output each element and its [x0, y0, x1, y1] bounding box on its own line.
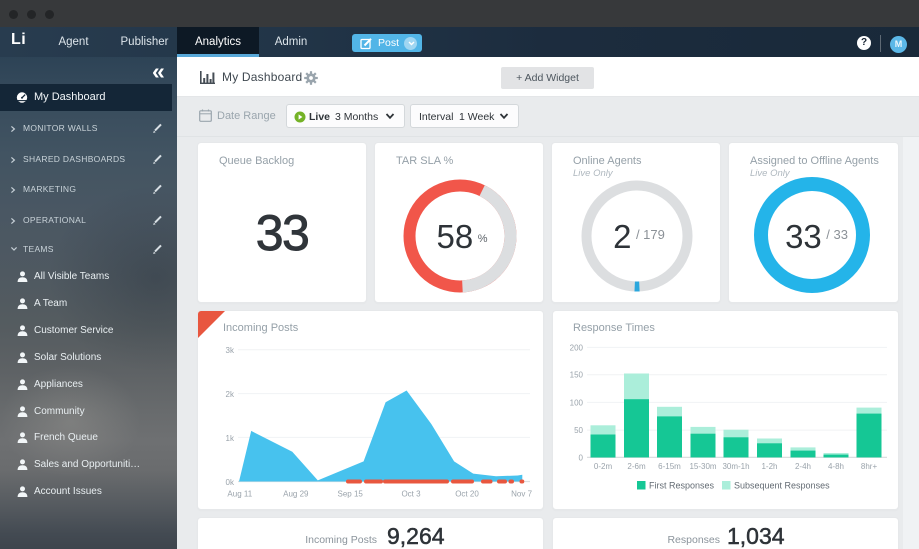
svg-text:30m-1h: 30m-1h [722, 462, 749, 471]
svg-text:50: 50 [574, 426, 583, 435]
svg-text:3k: 3k [226, 346, 235, 355]
svg-text:First Responses: First Responses [649, 481, 715, 491]
svg-text:Subsequent Responses: Subsequent Responses [734, 481, 830, 491]
svg-text:Sep 15: Sep 15 [338, 490, 364, 499]
svg-text:6-15m: 6-15m [658, 462, 681, 471]
svg-text:Oct 3: Oct 3 [401, 490, 421, 499]
svg-text:15-30m: 15-30m [689, 462, 716, 471]
svg-text:1-2h: 1-2h [761, 462, 777, 471]
svg-text:Oct 20: Oct 20 [455, 490, 479, 499]
svg-text:Aug 29: Aug 29 [283, 490, 309, 499]
svg-text:0k: 0k [226, 478, 235, 487]
svg-text:0-2m: 0-2m [594, 462, 613, 471]
svg-text:Nov 7: Nov 7 [511, 490, 532, 499]
svg-text:Aug 11: Aug 11 [227, 490, 252, 499]
svg-text:200: 200 [570, 343, 584, 352]
svg-text:8hr+: 8hr+ [861, 462, 878, 471]
svg-text:0: 0 [579, 453, 584, 462]
svg-text:4-8h: 4-8h [828, 462, 844, 471]
svg-text:2k: 2k [226, 390, 235, 399]
svg-text:1k: 1k [226, 434, 235, 443]
svg-text:100: 100 [570, 398, 584, 407]
svg-text:150: 150 [570, 371, 584, 380]
svg-text:2-4h: 2-4h [795, 462, 811, 471]
svg-text:2-6m: 2-6m [627, 462, 646, 471]
